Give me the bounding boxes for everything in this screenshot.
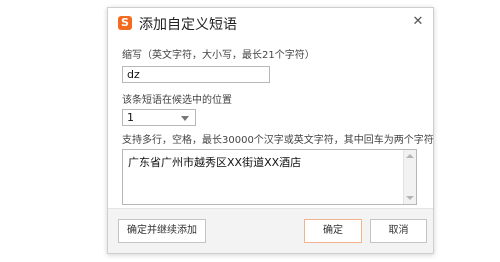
dialog-title: 添加自定义短语 — [139, 17, 237, 33]
abbr-value: dz — [127, 68, 140, 81]
position-select[interactable]: 1 — [122, 109, 196, 126]
cancel-button[interactable]: 取消 — [370, 219, 427, 243]
scroll-up-icon[interactable] — [406, 154, 414, 158]
title-bar: S 添加自定义短语 ✕ — [108, 8, 433, 38]
chevron-down-icon — [181, 116, 189, 121]
add-custom-phrase-dialog: S 添加自定义短语 ✕ 缩写（英文字符，大小写，最长21个字符） dz 该条短语… — [107, 7, 434, 254]
confirm-button[interactable]: 确定 — [304, 219, 362, 243]
position-value: 1 — [127, 111, 134, 124]
phrase-textarea[interactable]: 广东省广州市越秀区XX街道XX酒店 — [122, 149, 417, 205]
confirm-and-continue-button[interactable]: 确定并继续添加 — [118, 219, 206, 243]
position-label: 该条短语在候选中的位置 — [122, 95, 232, 106]
phrase-value: 广东省广州市越秀区XX街道XX酒店 — [128, 156, 302, 169]
close-icon[interactable]: ✕ — [411, 15, 425, 29]
phrase-label: 支持多行，空格，最长30000个汉字或英文字符，其中回车为两个字符 — [122, 135, 434, 146]
abbr-label: 缩写（英文字符，大小写，最长21个字符） — [122, 50, 315, 61]
scroll-down-icon[interactable] — [406, 196, 414, 200]
textarea-scrollbar[interactable] — [403, 150, 416, 204]
abbr-input[interactable]: dz — [122, 66, 270, 83]
sogou-logo-icon: S — [118, 16, 132, 30]
dialog-footer: 确定并继续添加 确定 取消 — [108, 208, 433, 253]
